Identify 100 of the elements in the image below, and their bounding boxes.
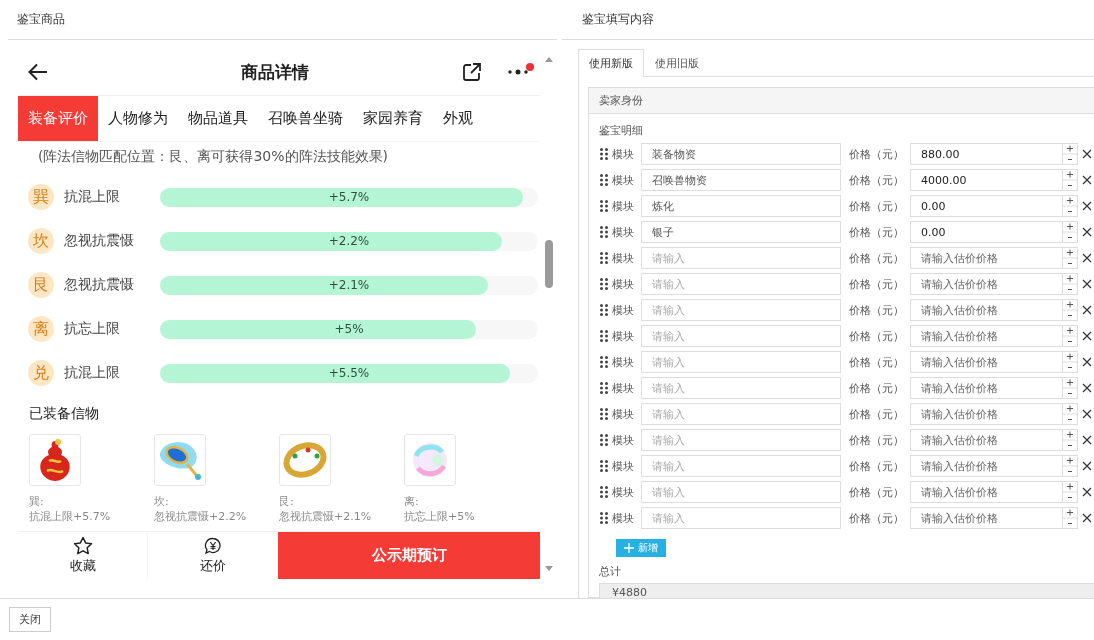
close-icon[interactable] bbox=[1082, 149, 1092, 159]
close-button[interactable]: 关闭 bbox=[9, 607, 51, 632]
price-label: 价格（元） bbox=[849, 432, 905, 448]
drag-handle-icon[interactable] bbox=[600, 278, 608, 290]
price-field[interactable]: 请输入估价价格 bbox=[910, 377, 1063, 399]
close-icon[interactable] bbox=[1082, 305, 1092, 315]
module-field[interactable]: 请输入 bbox=[641, 403, 841, 425]
module-label: 模块 bbox=[612, 224, 635, 240]
price-field[interactable]: 880.00 bbox=[910, 143, 1063, 165]
price-field[interactable]: 请输入估价价格 bbox=[910, 481, 1063, 503]
item-thumbnail[interactable] bbox=[29, 434, 81, 486]
bar-reading: +2.1% bbox=[327, 276, 371, 294]
price-field[interactable]: 请输入估价价格 bbox=[910, 429, 1063, 451]
item-thumbnail[interactable] bbox=[404, 434, 456, 486]
price-field[interactable]: 请输入估价价格 bbox=[910, 507, 1063, 529]
close-icon[interactable] bbox=[1082, 279, 1092, 289]
reserve-button[interactable]: 公示期预订 bbox=[278, 532, 540, 579]
category-tab[interactable]: 外观 bbox=[433, 96, 483, 141]
item-effect: 抗混上限+5.7% bbox=[29, 509, 111, 524]
category-tab[interactable]: 召唤兽坐骑 bbox=[258, 96, 353, 141]
close-icon[interactable] bbox=[1082, 383, 1092, 393]
panel-title: 鉴宝商品 bbox=[17, 11, 65, 28]
close-icon[interactable] bbox=[1082, 227, 1092, 237]
panel-title: 鉴宝填写内容 bbox=[582, 11, 654, 28]
version-tab[interactable]: 使用新版 bbox=[578, 49, 644, 77]
module-field[interactable]: 请输入 bbox=[641, 429, 841, 451]
price-field[interactable]: 4000.00 bbox=[910, 169, 1063, 191]
module-field[interactable]: 请输入 bbox=[641, 351, 841, 373]
drag-handle-icon[interactable] bbox=[600, 304, 608, 316]
close-icon[interactable] bbox=[1082, 435, 1092, 445]
close-icon[interactable] bbox=[1082, 409, 1092, 419]
price-field[interactable]: 请输入估价价格 bbox=[910, 247, 1063, 269]
price-label: 价格（元） bbox=[849, 328, 905, 344]
module-field[interactable]: 装备物资 bbox=[641, 143, 841, 165]
drag-handle-icon[interactable] bbox=[600, 148, 608, 160]
close-icon[interactable] bbox=[1082, 487, 1092, 497]
more-icon[interactable] bbox=[508, 69, 528, 75]
module-field[interactable]: 请输入 bbox=[641, 273, 841, 295]
page-title: 商品详情 bbox=[240, 60, 310, 84]
version-tab[interactable]: 使用旧版 bbox=[644, 49, 710, 76]
module-field[interactable]: 召唤兽物资 bbox=[641, 169, 841, 191]
module-field[interactable]: 请输入 bbox=[641, 455, 841, 477]
module-field[interactable]: 银子 bbox=[641, 221, 841, 243]
close-icon[interactable] bbox=[1082, 175, 1092, 185]
module-label: 模块 bbox=[612, 198, 635, 214]
drag-handle-icon[interactable] bbox=[600, 356, 608, 368]
price-field[interactable]: 请输入估价价格 bbox=[910, 273, 1063, 295]
category-tab[interactable]: 物品道具 bbox=[178, 96, 258, 141]
module-label: 模块 bbox=[612, 458, 635, 474]
price-field[interactable]: 请输入估价价格 bbox=[910, 299, 1063, 321]
drag-handle-icon[interactable] bbox=[600, 408, 608, 420]
module-field[interactable]: 炼化 bbox=[641, 195, 841, 217]
drag-handle-icon[interactable] bbox=[600, 382, 608, 394]
close-icon[interactable] bbox=[1082, 513, 1092, 523]
item-thumbnail[interactable] bbox=[154, 434, 206, 486]
category-tab[interactable]: 装备评价 bbox=[18, 96, 98, 141]
drag-handle-icon[interactable] bbox=[600, 252, 608, 264]
module-label: 模块 bbox=[612, 250, 635, 266]
drag-handle-icon[interactable] bbox=[600, 512, 608, 524]
drag-handle-icon[interactable] bbox=[600, 226, 608, 238]
total-field: ¥4880 bbox=[599, 583, 1094, 598]
category-tab[interactable]: 人物修为 bbox=[98, 96, 178, 141]
module-field[interactable]: 请输入 bbox=[641, 481, 841, 503]
module-label: 模块 bbox=[612, 276, 635, 292]
share-icon[interactable] bbox=[462, 62, 482, 82]
attribute-name: 抗混上限 bbox=[64, 364, 120, 382]
drag-handle-icon[interactable] bbox=[600, 486, 608, 498]
price-field[interactable]: 请输入估价价格 bbox=[910, 325, 1063, 347]
item-thumbnail[interactable] bbox=[279, 434, 331, 486]
drag-handle-icon[interactable] bbox=[600, 460, 608, 472]
drag-handle-icon[interactable] bbox=[600, 330, 608, 342]
close-icon[interactable] bbox=[1082, 253, 1092, 263]
price-field[interactable]: 请输入估价价格 bbox=[910, 351, 1063, 373]
position-badge: 巽 bbox=[28, 184, 54, 210]
module-field[interactable]: 请输入 bbox=[641, 507, 841, 529]
category-tab[interactable]: 家园养育 bbox=[353, 96, 433, 141]
drag-handle-icon[interactable] bbox=[600, 174, 608, 186]
module-label: 模块 bbox=[612, 302, 635, 318]
module-field[interactable]: 请输入 bbox=[641, 377, 841, 399]
drag-handle-icon[interactable] bbox=[600, 434, 608, 446]
price-field[interactable]: 0.00 bbox=[910, 195, 1063, 217]
item-effect: 忽视抗震慑+2.2% bbox=[154, 509, 247, 524]
module-field[interactable]: 请输入 bbox=[641, 325, 841, 347]
drag-handle-icon[interactable] bbox=[600, 200, 608, 212]
price-field[interactable]: 0.00 bbox=[910, 221, 1063, 243]
bar-reading: +5.7% bbox=[327, 188, 371, 206]
back-arrow-icon[interactable] bbox=[28, 63, 48, 81]
module-field[interactable]: 请输入 bbox=[641, 247, 841, 269]
close-icon[interactable] bbox=[1082, 201, 1092, 211]
price-field[interactable]: 请输入估价价格 bbox=[910, 455, 1063, 477]
module-field[interactable]: 请输入 bbox=[641, 299, 841, 321]
close-icon[interactable] bbox=[1082, 357, 1092, 367]
position-badge: 艮 bbox=[28, 272, 54, 298]
price-label: 价格（元） bbox=[849, 510, 905, 526]
price-label: 价格（元） bbox=[849, 458, 905, 474]
attribute-name: 忽视抗震慑 bbox=[64, 232, 134, 250]
close-icon[interactable] bbox=[1082, 331, 1092, 341]
price-field[interactable]: 请输入估价价格 bbox=[910, 403, 1063, 425]
close-icon[interactable] bbox=[1082, 461, 1092, 471]
module-label: 模块 bbox=[612, 380, 635, 396]
